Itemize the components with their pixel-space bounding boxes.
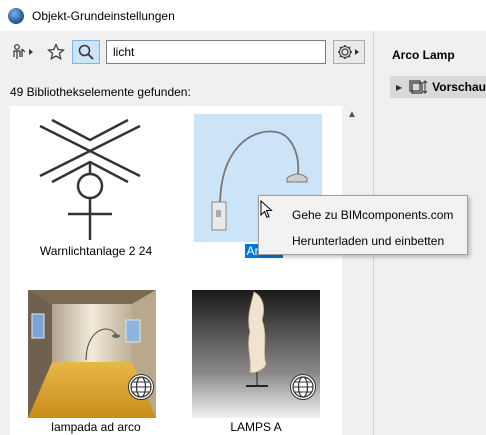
menu-item-download-embed[interactable]: Herunterladen und einbetten	[259, 228, 467, 254]
menu-item-goto-bimcomponents[interactable]: Gehe zu BIMcomponents.com	[259, 202, 467, 228]
search-toolbar	[8, 39, 365, 65]
search-toggle-button[interactable]	[72, 40, 100, 64]
results-count: 49 Bibliothekselemente gefunden:	[10, 85, 191, 99]
preview-icon	[409, 80, 428, 94]
library-icon	[13, 44, 33, 59]
item-label: Warnlichtanlage 2 24	[39, 244, 153, 258]
gear-icon	[338, 45, 359, 59]
search-input[interactable]	[106, 40, 326, 64]
globe-icon	[128, 374, 154, 400]
globe-icon	[290, 374, 316, 400]
title-bar: Objekt-Grundeinstellungen	[0, 0, 486, 31]
star-icon	[47, 43, 65, 61]
warning-light-symbol-thumbnail	[26, 114, 154, 242]
item-label: lampada ad arco	[51, 420, 141, 434]
preview-section-header[interactable]: ▶ Vorschau	[390, 76, 486, 98]
expand-caret-icon[interactable]: ▶	[396, 83, 402, 92]
grid-scrollbar[interactable]: ▲	[342, 106, 362, 435]
context-menu: Gehe zu BIMcomponents.com Herunterladen …	[258, 195, 468, 255]
item-label: LAMPS A	[230, 420, 282, 434]
library-grid: Warnlichtanlage 2 24 Arco L	[10, 106, 342, 435]
search-icon	[78, 44, 94, 60]
selected-object-title: Arco Lamp	[392, 48, 455, 62]
window-title: Objekt-Grundeinstellungen	[32, 8, 175, 23]
archicad-app-icon	[8, 7, 24, 24]
favorites-button[interactable]	[44, 40, 68, 64]
library-folder-button[interactable]	[10, 40, 38, 64]
mouse-cursor-icon	[260, 200, 273, 219]
room-render-thumbnail	[28, 290, 156, 418]
floor-lamp-thumbnail	[192, 290, 320, 418]
preview-label: Vorschau	[432, 80, 486, 94]
settings-button[interactable]	[333, 40, 365, 64]
scroll-up-arrow-icon[interactable]: ▲	[346, 108, 358, 120]
